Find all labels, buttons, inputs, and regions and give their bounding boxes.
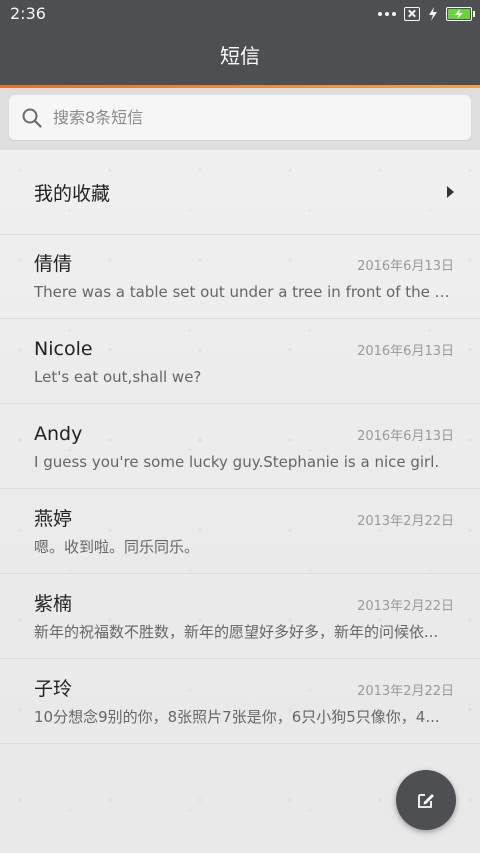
message-preview: 嗯。收到啦。同乐同乐。 — [34, 538, 200, 556]
message-date: 2013年2月22日 — [357, 514, 454, 529]
favorites-label: 我的收藏 — [34, 183, 111, 205]
message-date: 2016年6月13日 — [357, 344, 454, 359]
message-preview: Let's eat out,shall we? — [34, 368, 202, 386]
message-date: 2013年2月22日 — [357, 599, 454, 614]
compose-icon — [418, 794, 434, 808]
message-preview: 新年的祝福数不胜数，新年的愿望好多好多，新年的问候依... — [34, 623, 439, 641]
conversation-item[interactable]: 紫楠 2013年2月22日 新年的祝福数不胜数，新年的愿望好多好多，新年的问候依… — [0, 574, 480, 659]
charging-bolt-icon — [429, 7, 437, 21]
contact-name: Nicole — [34, 338, 93, 360]
signal-dots-icon — [378, 12, 396, 16]
conversation-item[interactable]: 子玲 2013年2月22日 10分想念9别的你，8张照片7张是你，6只小狗5只像… — [0, 659, 480, 744]
search-icon — [22, 108, 42, 128]
contact-name: 倩倩 — [34, 253, 73, 275]
status-bar: 2:36 — [0, 0, 480, 28]
app-header: 2:36 短信 — [0, 0, 480, 85]
contact-name: Andy — [34, 423, 83, 445]
battery-icon — [446, 7, 475, 21]
conversation-list: 倩倩 2016年6月13日 There was a table set out … — [0, 234, 480, 744]
message-preview: There was a table set out under a tree i… — [34, 283, 456, 301]
conversation-item[interactable]: 燕婷 2013年2月22日 嗯。收到啦。同乐同乐。 — [0, 489, 480, 574]
search-area — [0, 88, 480, 150]
messages-screen: 2:36 短信 搜索8条短信 我的收藏 倩倩 2016年6月13日 There … — [0, 0, 480, 853]
message-date: 2013年2月22日 — [357, 684, 454, 699]
conversation-item[interactable]: Andy 2016年6月13日 I guess you're some luck… — [0, 404, 480, 489]
status-icons — [378, 5, 475, 23]
contact-name: 燕婷 — [34, 508, 73, 530]
search-input[interactable] — [53, 108, 433, 127]
contact-name: 紫楠 — [34, 593, 73, 615]
message-preview: I guess you're some lucky guy.Stephanie … — [34, 453, 440, 471]
message-date: 2016年6月13日 — [357, 429, 454, 444]
favorites-row[interactable]: 我的收藏 — [0, 150, 480, 235]
status-time: 2:36 — [10, 4, 46, 23]
compose-button[interactable] — [396, 770, 456, 830]
message-date: 2016年6月13日 — [357, 259, 454, 274]
conversation-item[interactable]: 倩倩 2016年6月13日 There was a table set out … — [0, 234, 480, 319]
page-title: 短信 — [220, 44, 260, 68]
message-preview: 10分想念9别的你，8张照片7张是你，6只小狗5只像你，4... — [34, 708, 440, 726]
contact-name: 子玲 — [34, 678, 73, 700]
search-box[interactable] — [9, 95, 471, 140]
chevron-right-icon — [447, 186, 454, 198]
conversation-item[interactable]: Nicole 2016年6月13日 Let's eat out,shall we… — [0, 319, 480, 404]
no-sim-icon — [404, 7, 420, 21]
